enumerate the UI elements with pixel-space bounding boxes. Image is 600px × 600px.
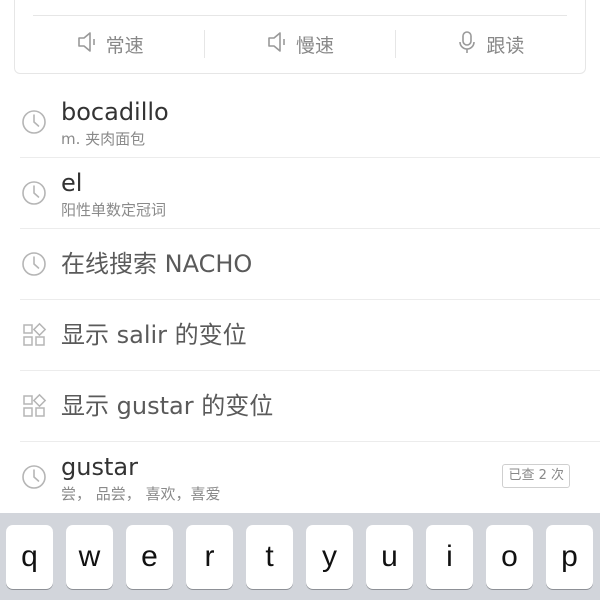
grid-icon (21, 322, 47, 348)
list-item[interactable]: gustar 尝， 品尝， 喜欢，喜爱 已查 2 次 (0, 442, 600, 513)
key-q[interactable]: q (6, 525, 53, 589)
microphone-icon (456, 30, 478, 59)
normal-speed-button[interactable]: 常速 (15, 27, 204, 61)
keyboard-row: q w e r t y u i o p (6, 525, 593, 589)
key-t[interactable]: t (246, 525, 293, 589)
clock-icon (21, 109, 47, 135)
list-item[interactable]: 显示 salir 的变位 (0, 300, 600, 371)
entry-word: gustar (61, 453, 138, 481)
divider (33, 15, 567, 16)
speaker-icon (266, 30, 288, 59)
entry-definition: 尝， 品尝， 喜欢，喜爱 (61, 485, 221, 503)
clock-icon (21, 180, 47, 206)
slow-speed-label: 慢速 (295, 34, 334, 57)
follow-read-label: 跟读 (486, 34, 525, 57)
keyboard: q w e r t y u i o p (0, 513, 600, 600)
entry-definition: 阳性单数定冠词 (61, 201, 167, 219)
slow-speed-button[interactable]: 慢速 (205, 27, 394, 61)
key-u[interactable]: u (366, 525, 413, 589)
key-i[interactable]: i (426, 525, 473, 589)
entry-word: bocadillo (61, 98, 169, 126)
key-e[interactable]: e (126, 525, 173, 589)
online-search-text: 在线搜索 NACHO (61, 250, 253, 278)
key-o[interactable]: o (486, 525, 533, 589)
entry-word: el (61, 169, 83, 197)
list-item[interactable]: el 阳性单数定冠词 (0, 158, 600, 229)
key-y[interactable]: y (306, 525, 353, 589)
audio-card: 常速 慢速 跟读 (14, 0, 586, 74)
clock-icon (21, 464, 47, 490)
key-w[interactable]: w (66, 525, 113, 589)
history-list: bocadillo m. 夹肉面包 el 阳性单数定冠词 在线搜索 NACHO … (0, 87, 600, 513)
lookup-count-badge: 已查 2 次 (502, 464, 570, 488)
audio-controls: 常速 慢速 跟读 (15, 27, 585, 61)
list-item[interactable]: bocadillo m. 夹肉面包 (0, 87, 600, 158)
follow-read-button[interactable]: 跟读 (396, 27, 585, 61)
normal-speed-label: 常速 (105, 34, 144, 57)
speaker-icon (76, 30, 98, 59)
list-item[interactable]: 在线搜索 NACHO (0, 229, 600, 300)
list-item[interactable]: 显示 gustar 的变位 (0, 371, 600, 442)
grid-icon (21, 393, 47, 419)
conjugation-text: 显示 salir 的变位 (61, 321, 247, 349)
entry-definition: m. 夹肉面包 (61, 130, 146, 148)
key-r[interactable]: r (186, 525, 233, 589)
conjugation-text: 显示 gustar 的变位 (61, 392, 274, 420)
key-p[interactable]: p (546, 525, 593, 589)
clock-icon (21, 251, 47, 277)
